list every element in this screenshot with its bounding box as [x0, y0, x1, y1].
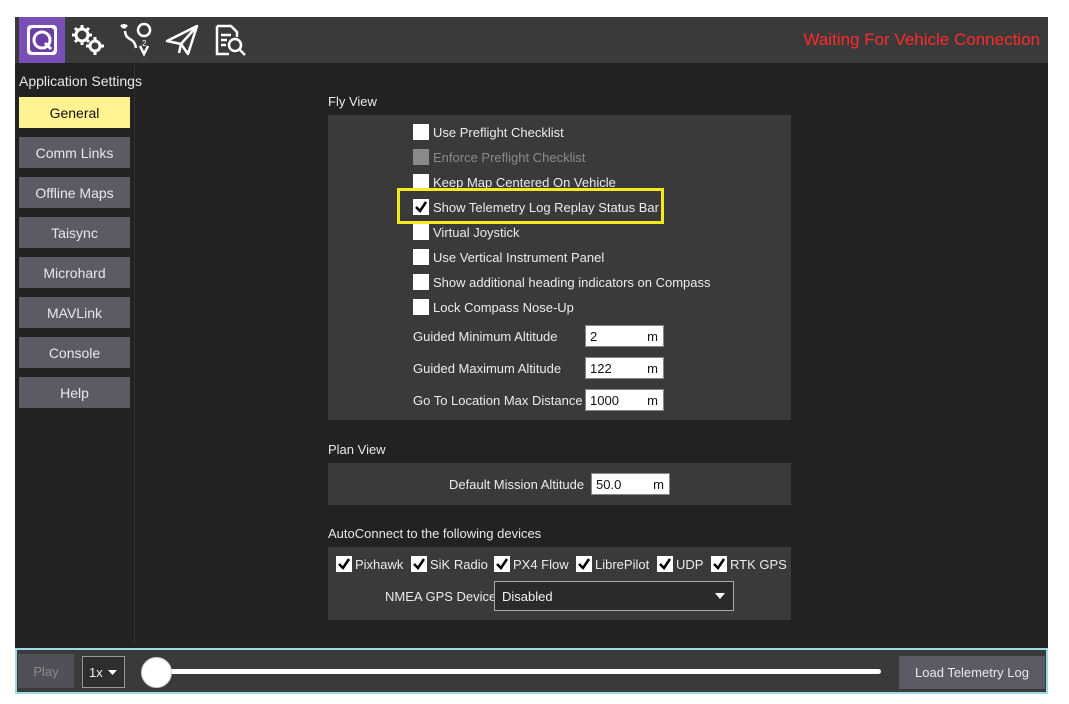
autoconnect-udp[interactable]: UDP	[657, 556, 703, 572]
sidebar-item-mavlink[interactable]: MAVLink	[19, 297, 130, 328]
pixhawk-checkbox[interactable]	[336, 556, 352, 572]
field-unit: m	[647, 360, 658, 376]
device-label: PX4 Flow	[513, 556, 569, 572]
librepilot-checkbox[interactable]	[576, 556, 592, 572]
goto-max-distance-field[interactable]: 1000 m	[585, 389, 664, 411]
chevron-down-icon	[108, 670, 117, 675]
autoconnect-pixhawk[interactable]: Pixhawk	[336, 556, 403, 572]
autoconnect-rtk-gps[interactable]: RTK GPS	[711, 556, 787, 572]
field-unit: m	[653, 476, 664, 492]
fly-paper-plane-icon[interactable]	[159, 17, 205, 63]
sidebar-item-general[interactable]: General	[19, 97, 130, 128]
field-unit: m	[647, 392, 658, 408]
autoconnect-px4-flow[interactable]: PX4 Flow	[494, 556, 569, 572]
guided-min-altitude-label: Guided Minimum Altitude	[413, 329, 558, 344]
autoconnect-sik-radio[interactable]: SiK Radio	[411, 556, 488, 572]
virtual-joystick-row[interactable]: Virtual Joystick	[413, 224, 519, 240]
device-label: UDP	[676, 556, 704, 572]
nmea-gps-device-select[interactable]: Disabled	[494, 581, 734, 611]
use-preflight-checklist-checkbox[interactable]	[413, 124, 429, 140]
field-value: 122	[590, 360, 612, 376]
analyze-document-icon[interactable]	[207, 17, 253, 63]
heading-indicators-checkbox[interactable]	[413, 274, 429, 290]
sidebar-item-offline-maps[interactable]: Offline Maps	[19, 177, 130, 208]
vertical-instrument-panel-row[interactable]: Use Vertical Instrument Panel	[413, 249, 604, 265]
guided-max-altitude-field[interactable]: 122 m	[585, 357, 664, 379]
rtk-gps-checkbox[interactable]	[711, 556, 727, 572]
sidebar-item-microhard[interactable]: Microhard	[19, 257, 130, 288]
load-telemetry-log-button[interactable]: Load Telemetry Log	[899, 656, 1045, 689]
default-mission-altitude-field[interactable]: 50.0 m	[591, 473, 670, 495]
checkmark-icon	[496, 558, 509, 570]
plan-view-title: Plan View	[328, 442, 386, 457]
goto-max-distance-label: Go To Location Max Distance	[413, 393, 583, 408]
guided-min-altitude-field[interactable]: 2 m	[585, 325, 664, 347]
chevron-down-icon	[715, 593, 725, 599]
checkbox-label: Virtual Joystick	[433, 224, 520, 240]
default-mission-altitude-label: Default Mission Altitude	[449, 477, 585, 492]
qgc-logo-icon[interactable]	[19, 17, 65, 63]
highlight-box	[397, 188, 664, 224]
checkbox-label: Lock Compass Nose-Up	[433, 299, 574, 315]
playback-speed-select[interactable]: 1x	[82, 656, 125, 688]
sik-radio-checkbox[interactable]	[411, 556, 427, 572]
device-label: RTK GPS	[730, 556, 787, 572]
checkmark-icon	[413, 558, 426, 570]
vertical-instrument-panel-checkbox[interactable]	[413, 249, 429, 265]
autoconnect-librepilot[interactable]: LibrePilot	[576, 556, 649, 572]
virtual-joystick-checkbox[interactable]	[413, 224, 429, 240]
device-label: Pixhawk	[355, 556, 404, 572]
vehicle-connection-status: Waiting For Vehicle Connection	[803, 30, 1040, 49]
udp-checkbox[interactable]	[657, 556, 673, 572]
play-button[interactable]: Play	[18, 654, 74, 688]
svg-text:2: 2	[142, 39, 147, 48]
checkbox-label: Use Vertical Instrument Panel	[433, 249, 605, 265]
device-label: SiK Radio	[430, 556, 488, 572]
sidebar-title: Application Settings	[19, 73, 142, 89]
replay-progress-track[interactable]	[150, 669, 881, 674]
enforce-preflight-checklist-row: Enforce Preflight Checklist	[413, 149, 585, 165]
px4-flow-checkbox[interactable]	[494, 556, 510, 572]
sidebar-item-console[interactable]: Console	[19, 337, 130, 368]
enforce-preflight-checklist-checkbox	[413, 149, 429, 165]
lock-compass-nose-up-checkbox[interactable]	[413, 299, 429, 315]
checkmark-icon	[659, 558, 672, 570]
autoconnect-title: AutoConnect to the following devices	[328, 526, 542, 541]
lock-compass-nose-up-row[interactable]: Lock Compass Nose-Up	[413, 299, 574, 315]
checkmark-icon	[338, 558, 351, 570]
heading-indicators-row[interactable]: Show additional heading indicators on Co…	[413, 274, 711, 290]
device-label: LibrePilot	[595, 556, 650, 572]
fly-view-title: Fly View	[328, 94, 377, 109]
field-value: 1000	[590, 392, 619, 408]
checkbox-label: Show additional heading indicators on Co…	[433, 274, 711, 290]
checkmark-icon	[713, 558, 726, 570]
nmea-gps-device-label: NMEA GPS Device	[385, 589, 497, 604]
sidebar-item-comm-links[interactable]: Comm Links	[19, 137, 130, 168]
settings-sidebar: Application Settings General Comm Links …	[15, 63, 142, 643]
settings-gears-icon[interactable]	[65, 17, 111, 63]
field-unit: m	[647, 328, 658, 344]
guided-max-altitude-label: Guided Maximum Altitude	[413, 361, 562, 376]
sidebar-item-taisync[interactable]: Taisync	[19, 217, 130, 248]
field-value: 2	[590, 328, 598, 344]
select-value: Disabled	[502, 588, 553, 604]
main-toolbar: 2 Waiting For Vehicle Connection	[15, 17, 1048, 63]
field-value: 50.0	[596, 476, 622, 492]
checkmark-icon	[578, 558, 591, 570]
checkbox-label: Enforce Preflight Checklist	[433, 149, 586, 165]
checkbox-label: Use Preflight Checklist	[433, 124, 564, 140]
select-value: 1x	[89, 664, 103, 680]
sidebar-item-help[interactable]: Help	[19, 377, 130, 408]
use-preflight-checklist-row[interactable]: Use Preflight Checklist	[413, 124, 564, 140]
replay-progress-thumb[interactable]	[141, 657, 172, 688]
plan-route-icon[interactable]: 2	[113, 17, 159, 63]
